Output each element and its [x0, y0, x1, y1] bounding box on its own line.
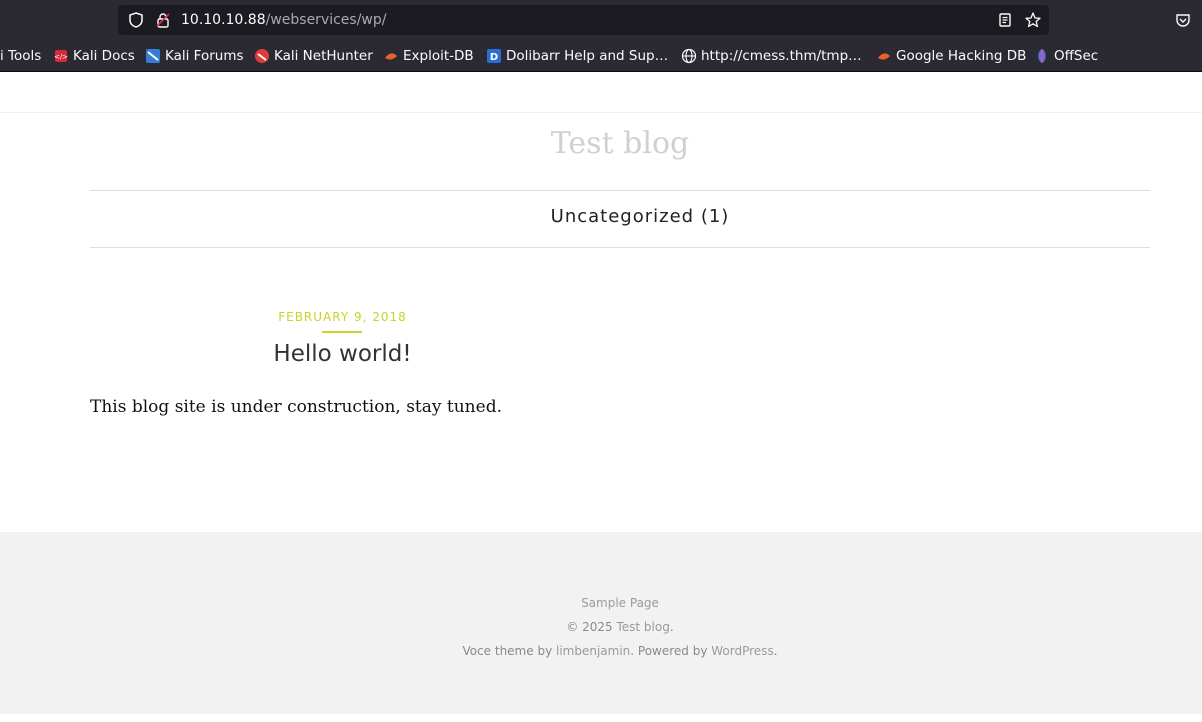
bottom-strip: [0, 714, 1202, 722]
bookmark-kali-tools[interactable]: i Tools: [0, 42, 41, 70]
site-title[interactable]: Test blog: [0, 126, 1202, 161]
offsec-icon: [1034, 48, 1050, 64]
url-path: /webservices/wp/: [265, 12, 387, 28]
bookmark-kali-nethunter[interactable]: Kali NetHunter: [254, 42, 373, 70]
bookmark-label: Exploit-DB: [403, 48, 474, 64]
globe-icon: [681, 48, 697, 64]
category-link[interactable]: Uncategorized (1): [90, 206, 1190, 227]
post-date[interactable]: FEBRUARY 9, 2018: [90, 310, 595, 324]
theme-author-link[interactable]: limbenjamin: [556, 644, 630, 658]
kali-forums-icon: [145, 48, 161, 64]
insecure-lock-icon[interactable]: [154, 11, 172, 29]
footer-copyright: © 2025 Test blog.: [0, 620, 1202, 634]
bookmark-star-icon[interactable]: [1024, 11, 1042, 29]
post-title[interactable]: Hello world!: [90, 341, 595, 367]
copyright-site-link[interactable]: Test blog: [616, 620, 669, 634]
sample-page-link[interactable]: Sample Page: [581, 596, 659, 610]
browser-chrome: 10.10.10.88/webservices/wp/ i Tools </> …: [0, 0, 1202, 72]
bookmark-label: Kali Docs: [73, 48, 135, 64]
wordpress-link[interactable]: WordPress: [711, 644, 773, 658]
exploit-db-icon: [383, 48, 399, 64]
url-text[interactable]: 10.10.10.88/webservices/wp/: [181, 11, 387, 29]
reader-view-icon[interactable]: [996, 11, 1014, 29]
powered-prefix: . Powered by: [630, 644, 712, 658]
copyright-prefix: © 2025: [566, 620, 617, 634]
site-footer: Sample Page © 2025 Test blog. Voce theme…: [0, 532, 1202, 714]
bookmark-google-hacking-db[interactable]: Google Hacking DB: [876, 42, 1026, 70]
url-host: 10.10.10.88: [181, 12, 266, 28]
ghdb-icon: [876, 48, 892, 64]
kali-docs-icon: </>: [53, 48, 69, 64]
bookmark-kali-docs[interactable]: </> Kali Docs: [53, 42, 135, 70]
bookmark-label: OffSec: [1054, 48, 1099, 64]
address-bar[interactable]: 10.10.10.88/webservices/wp/: [118, 5, 1049, 35]
chrome-divider: [0, 71, 1202, 72]
svg-text:</>: </>: [54, 53, 68, 61]
date-underline: [322, 331, 362, 333]
bookmarks-toolbar: i Tools </> Kali Docs Kali Forums Kali N…: [0, 42, 1202, 70]
bookmark-label: Dolibarr Help and Sup…: [506, 48, 669, 64]
post-body: This blog site is under construction, st…: [90, 397, 502, 417]
bookmark-label: http://cmess.thm/tmp…: [701, 48, 862, 64]
dolibarr-icon: D: [486, 48, 502, 64]
powered-suffix: .: [773, 644, 778, 658]
header-divider: [0, 112, 1202, 113]
bookmark-label: i Tools: [0, 48, 42, 64]
category-count: (1): [700, 206, 730, 227]
bookmark-exploit-db[interactable]: Exploit-DB: [383, 42, 474, 70]
shield-icon[interactable]: [127, 11, 145, 29]
theme-prefix: Voce theme by: [462, 644, 556, 658]
pocket-icon[interactable]: [1174, 11, 1192, 29]
copyright-suffix: .: [669, 620, 674, 634]
bookmark-dolibarr[interactable]: D Dolibarr Help and Sup…: [486, 42, 668, 70]
bookmark-label: Kali Forums: [165, 48, 244, 64]
footer-credits: Voce theme by limbenjamin. Powered by Wo…: [0, 644, 1202, 658]
footer-nav: Sample Page: [0, 596, 1202, 610]
bookmark-label: Kali NetHunter: [274, 48, 373, 64]
bookmark-offsec[interactable]: OffSec: [1034, 42, 1098, 70]
bookmark-kali-forums[interactable]: Kali Forums: [145, 42, 244, 70]
bookmark-label: Google Hacking DB: [896, 48, 1027, 64]
category-bar: Uncategorized (1): [90, 190, 1150, 248]
category-label: Uncategorized: [550, 206, 695, 227]
bookmark-cmess[interactable]: http://cmess.thm/tmp…: [681, 42, 862, 70]
kali-nethunter-icon: [254, 48, 270, 64]
svg-text:D: D: [490, 52, 498, 63]
